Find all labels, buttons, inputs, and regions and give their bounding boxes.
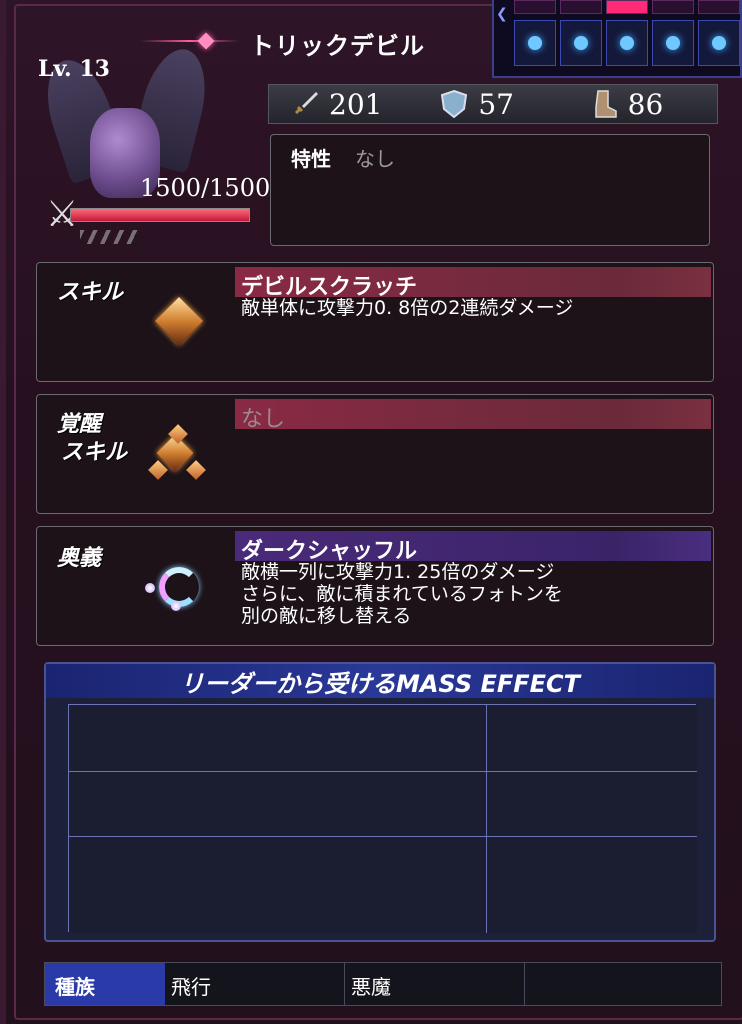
rank-stripes [80, 230, 140, 244]
hp-value: 1500/1500 [140, 174, 271, 202]
defense-value: 57 [478, 87, 514, 121]
ougi-panel[interactable]: 奥義 ダークシャッフル 敵横一列に攻撃力1. 25倍のダメージ さらに、敵に積ま… [36, 526, 714, 646]
awaken-label-line2: スキル [61, 440, 128, 465]
skill-label: スキル [57, 280, 124, 305]
ougi-desc-line: 別の敵に移し替える [241, 605, 412, 627]
attack-value: 201 [329, 87, 383, 121]
trait-panel: 特性 なし [270, 134, 710, 246]
awaken-gem-icon [145, 423, 206, 483]
header-decoration [140, 40, 240, 42]
photon-slot-panel: ❮ [492, 0, 742, 78]
moon-orb [171, 601, 181, 611]
mass-effect-title: リーダーから受けるMASS EFFECT [179, 669, 581, 698]
tribe-label: 種族 [45, 963, 165, 1005]
slot-top [652, 0, 694, 14]
ougi-label: 奥義 [57, 546, 102, 571]
mass-effect-grid [68, 704, 697, 933]
ougi-name-bar: ダークシャッフル [235, 531, 711, 564]
trait-label: 特性 [291, 147, 331, 171]
photon-icon [666, 36, 680, 50]
photon-icon [574, 36, 588, 50]
trait-value: なし [355, 147, 395, 171]
slot-top-active [606, 0, 648, 14]
speed-value: 86 [627, 87, 664, 121]
gem-shard [186, 460, 206, 480]
boot-icon [588, 88, 620, 120]
ougi-description: 敵横一列に攻撃力1. 25倍のダメージ さらに、敵に積まれているフォトンを 別の… [241, 561, 563, 627]
stat-defense: 57 [418, 88, 567, 121]
mass-effect-cell [69, 772, 487, 837]
slot-top [560, 0, 602, 14]
mass-effect-header: リーダーから受けるMASS EFFECT [46, 664, 714, 698]
slot-top [698, 0, 740, 14]
awaken-skill-name-bar: なし [235, 399, 711, 432]
photon-icon [620, 36, 634, 50]
tribe-value: 飛行 [165, 963, 345, 1005]
mass-effect-cell [69, 705, 487, 772]
mass-effect-cell [487, 705, 697, 772]
photon-slot [652, 20, 694, 66]
photon-slot [514, 20, 556, 66]
hp-bar-fill [71, 209, 249, 221]
gem-shape [154, 296, 204, 346]
slot-top [514, 0, 556, 14]
photon-icon [528, 36, 542, 50]
slot-row-top [514, 0, 740, 14]
tribe-value [525, 963, 721, 1005]
awaken-skill-name: なし [241, 407, 286, 432]
mass-effect-panel: リーダーから受けるMASS EFFECT [44, 662, 716, 942]
mass-effect-cell [69, 837, 487, 933]
photon-slot [560, 20, 602, 66]
stats-bar: 201 57 86 [268, 84, 718, 124]
tribe-value: 悪魔 [345, 963, 525, 1005]
stat-attack: 201 [269, 88, 418, 121]
mass-effect-cell [487, 837, 697, 933]
tribe-row: 種族 飛行 悪魔 [44, 962, 722, 1006]
skill-gem-icon [149, 291, 209, 351]
character-level: Lv. 13 [38, 56, 110, 82]
ougi-desc-line: さらに、敵に積まれているフォトンを [241, 583, 563, 605]
awaken-skill-label: 覚醒 スキル [57, 411, 127, 467]
photon-slot-row [514, 20, 740, 66]
mass-effect-cell [487, 772, 697, 837]
skill-name-bar: デビルスクラッチ [235, 267, 711, 300]
moon-orb [145, 583, 155, 593]
shield-icon [438, 88, 470, 120]
stat-speed: 86 [568, 88, 717, 121]
skill-description: 敵単体に攻撃力0. 8倍の2連続ダメージ [241, 297, 574, 319]
photon-slot [698, 20, 740, 66]
moon-icon [145, 557, 209, 617]
photon-icon [712, 36, 726, 50]
sword-icon [289, 88, 321, 120]
chevron-left-icon[interactable]: ❮ [496, 6, 508, 22]
skill-panel[interactable]: スキル デビルスクラッチ 敵単体に攻撃力0. 8倍の2連続ダメージ [36, 262, 714, 382]
hp-bar [70, 208, 250, 222]
gem-shard [148, 460, 168, 480]
ougi-desc-line: 敵横一列に攻撃力1. 25倍のダメージ [241, 561, 555, 583]
awaken-skill-panel[interactable]: 覚醒 スキル なし [36, 394, 714, 514]
character-name: トリックデビル [250, 32, 425, 60]
photon-slot [606, 20, 648, 66]
awaken-label-line1: 覚醒 [57, 412, 102, 437]
